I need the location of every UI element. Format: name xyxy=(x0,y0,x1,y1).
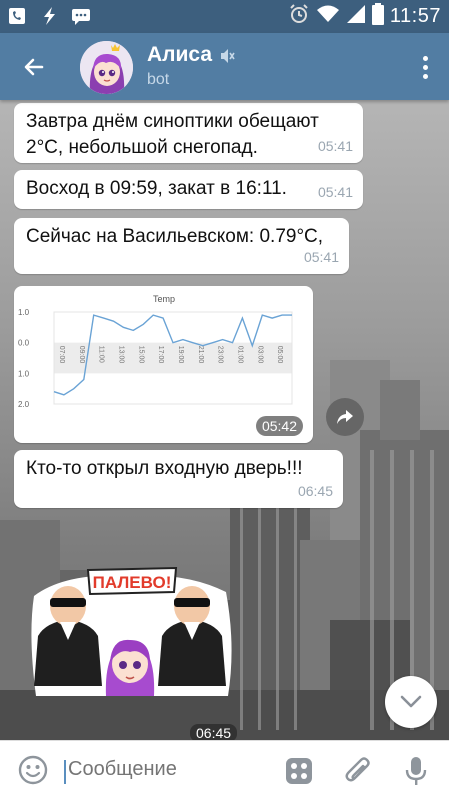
message-time: 05:41 xyxy=(303,249,339,265)
x-tick-label: 07:00 xyxy=(58,346,65,364)
message-text: Восход в 09:59, закат в 16:11. xyxy=(26,178,287,199)
text-cursor xyxy=(64,760,66,784)
x-tick-label: 09:00 xyxy=(78,346,85,364)
chat-area[interactable]: Завтра днём синоптики обещают 2°C, небол… xyxy=(0,100,449,740)
arrow-left-icon xyxy=(24,58,44,76)
alarm-icon xyxy=(288,3,310,30)
voice-button[interactable] xyxy=(404,756,428,791)
status-time: 11:57 xyxy=(389,5,441,27)
message-input[interactable] xyxy=(68,758,258,781)
message-input-bar xyxy=(0,740,449,799)
x-tick-label: 15:00 xyxy=(137,346,144,364)
attach-button[interactable] xyxy=(344,756,374,791)
x-tick-label: 17:00 xyxy=(157,346,164,364)
message-bubble[interactable]: Восход в 09:59, закат в 16:11. 05:41 xyxy=(14,170,363,209)
x-tick-label: 19:00 xyxy=(177,346,184,364)
message-time: 06:45 xyxy=(190,724,238,740)
sticker[interactable]: ПАЛЕВО! xyxy=(26,566,236,702)
y-tick-label: 1.0 xyxy=(18,369,30,378)
image-message[interactable]: Temp 1.0 0.0 1.0 2.0 07:00 09:00 11:00 13:00 15:0… xyxy=(14,286,313,443)
chat-subtitle: bot xyxy=(147,71,170,88)
y-tick-label: 0.0 xyxy=(18,339,30,348)
x-tick-label: 01:00 xyxy=(236,346,243,364)
overflow-menu-button[interactable] xyxy=(413,51,437,83)
dot xyxy=(422,55,428,61)
share-icon xyxy=(337,410,353,424)
smile-icon xyxy=(18,755,48,785)
message-bubble[interactable]: Завтра днём синоптики обещают 2°C, небол… xyxy=(14,103,363,163)
back-button[interactable] xyxy=(14,47,54,87)
message-text: Кто-то открыл входную дверь!!! xyxy=(26,458,303,479)
battery-icon xyxy=(371,3,384,30)
paperclip-icon xyxy=(345,757,370,782)
message-text: Сейчас на Васильевском: 0.79°C, xyxy=(26,226,324,247)
flash-icon xyxy=(38,5,60,27)
message-time: 05:41 xyxy=(317,138,353,154)
sticker-panel-button[interactable] xyxy=(284,756,314,791)
message-time: 05:41 xyxy=(317,184,353,200)
chart-title: Temp xyxy=(153,294,175,304)
message-time: 06:45 xyxy=(297,483,333,499)
sticker-caption: ПАЛЕВО! xyxy=(93,573,172,592)
chat-title: Алиса xyxy=(147,43,213,66)
avatar[interactable] xyxy=(80,41,133,94)
x-tick-label: 13:00 xyxy=(117,346,124,364)
status-bar: 11:57 xyxy=(0,0,449,33)
x-tick-label: 11:00 xyxy=(98,346,105,363)
x-tick-label: 03:00 xyxy=(256,346,263,364)
message-bubble[interactable]: Кто-то открыл входную дверь!!! 06:45 xyxy=(14,450,343,508)
wifi-icon xyxy=(316,4,340,29)
grid-icon xyxy=(286,758,312,784)
message-time: 05:42 xyxy=(255,416,303,436)
x-tick-label: 21:00 xyxy=(197,346,204,364)
dot xyxy=(422,73,428,79)
emoji-button[interactable] xyxy=(18,755,48,790)
message-bubble[interactable]: Сейчас на Васильевском: 0.79°C, 05:41 xyxy=(14,218,349,274)
y-tick-label: 2.0 xyxy=(18,400,30,409)
x-tick-label: 23:00 xyxy=(217,346,224,364)
dot xyxy=(422,64,428,70)
scroll-down-button[interactable] xyxy=(385,676,437,728)
message-icon xyxy=(70,5,92,27)
message-text: Завтра днём синоптики обещают 2°C, небол… xyxy=(26,111,319,158)
chat-header: Алиса bot xyxy=(0,33,449,100)
share-button[interactable] xyxy=(326,398,364,436)
microphone-icon xyxy=(405,757,427,785)
y-tick-label: 1.0 xyxy=(18,308,30,317)
x-tick-label: 05:00 xyxy=(276,346,283,364)
signal-icon xyxy=(346,4,366,29)
phone-voicemail-icon xyxy=(6,5,28,27)
chevron-down-icon xyxy=(400,695,422,708)
muted-icon xyxy=(218,47,236,70)
